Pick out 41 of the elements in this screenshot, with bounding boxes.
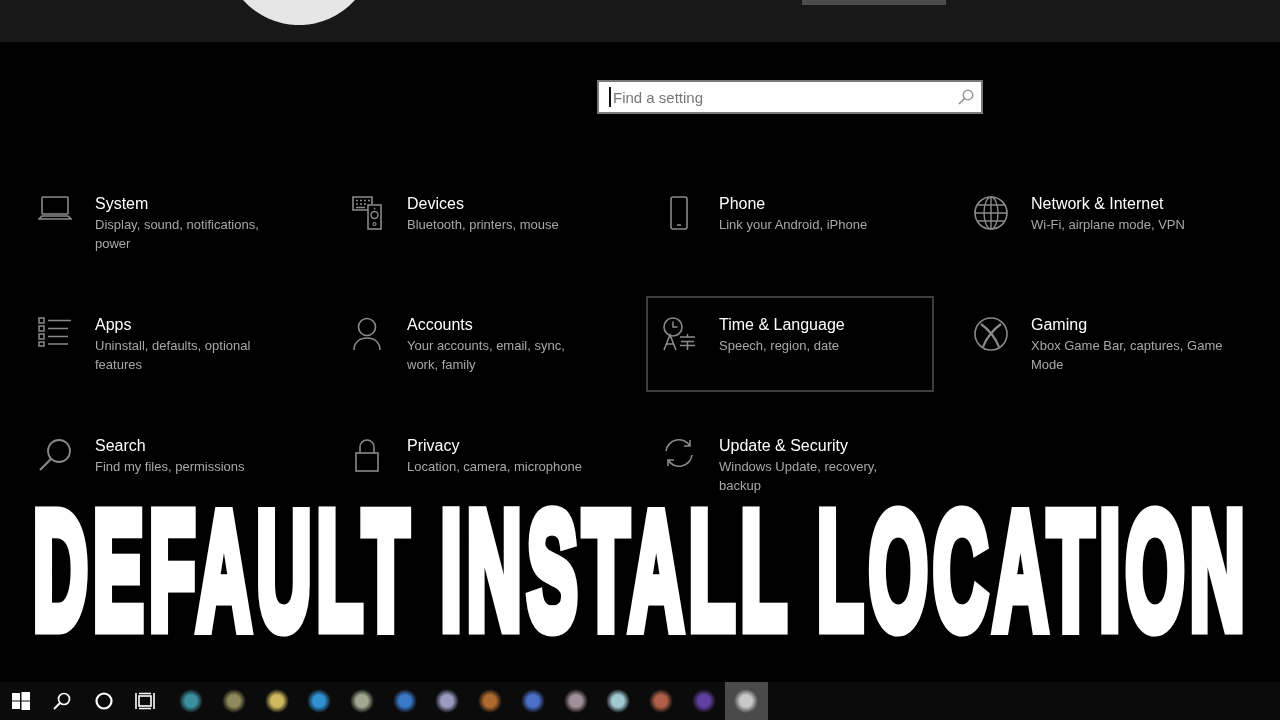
app-icon[interactable]	[222, 689, 247, 713]
start-icon[interactable]	[11, 692, 30, 710]
lock-icon	[355, 438, 379, 472]
circled-x-icon	[974, 317, 1008, 351]
settings-tile[interactable]: Devices Bluetooth, printers, mouse	[334, 175, 565, 242]
sync-arrows-icon	[662, 438, 696, 468]
settings-tile[interactable]: Update & Security Windows Update, recovery, backup	[646, 417, 883, 503]
search-icon[interactable]	[53, 692, 72, 710]
settings-tile[interactable]: Privacy Location, camera, microphone	[334, 417, 588, 484]
list-icon	[38, 317, 72, 347]
magnifier-icon	[38, 438, 72, 472]
settings-tile[interactable]: Phone Link your Android, iPhone	[646, 175, 874, 242]
app-icon[interactable]	[606, 689, 631, 713]
app-icon[interactable]	[435, 689, 460, 713]
person-icon	[353, 317, 381, 351]
app-icon[interactable]	[563, 689, 588, 713]
phone-icon	[670, 196, 688, 230]
settings-tile[interactable]: Search Find my files, permissions	[22, 417, 251, 484]
settings-tile[interactable]: Apps Uninstall, defaults, optional features	[22, 296, 257, 382]
settings-tile[interactable]: Network & Internet Wi-Fi, airplane mode, VPN	[958, 175, 1191, 242]
overlay-title: DEFAULT INSTALL LOCATION	[32, 503, 1250, 640]
clock-language-icon	[662, 317, 696, 351]
laptop-icon	[38, 196, 72, 220]
text-cursor-icon	[609, 87, 611, 107]
app-icon[interactable]	[734, 689, 759, 713]
settings-tile[interactable]: Gaming Xbox Game Bar, captures, Game Mode	[958, 296, 1229, 382]
task-view-icon[interactable]	[135, 692, 156, 710]
app-icon[interactable]	[307, 689, 332, 713]
app-icon[interactable]	[478, 689, 503, 713]
app-icon[interactable]	[264, 689, 289, 713]
taskbar-button[interactable]	[724, 682, 768, 720]
settings-tile[interactable]: Time & Language Speech, region, date	[646, 296, 934, 392]
settings-tile[interactable]: System Display, sound, notifications, power	[22, 175, 265, 261]
app-icon[interactable]	[350, 689, 375, 713]
ring-icon[interactable]	[94, 692, 113, 710]
settings-tile[interactable]: Accounts Your accounts, email, sync, work, family	[334, 296, 571, 382]
globe-icon	[974, 196, 1008, 230]
keyboard-speaker-icon	[352, 196, 382, 230]
app-icon[interactable]	[392, 689, 417, 713]
app-icon[interactable]	[179, 689, 204, 713]
search-field[interactable]: Find a setting	[597, 80, 983, 114]
